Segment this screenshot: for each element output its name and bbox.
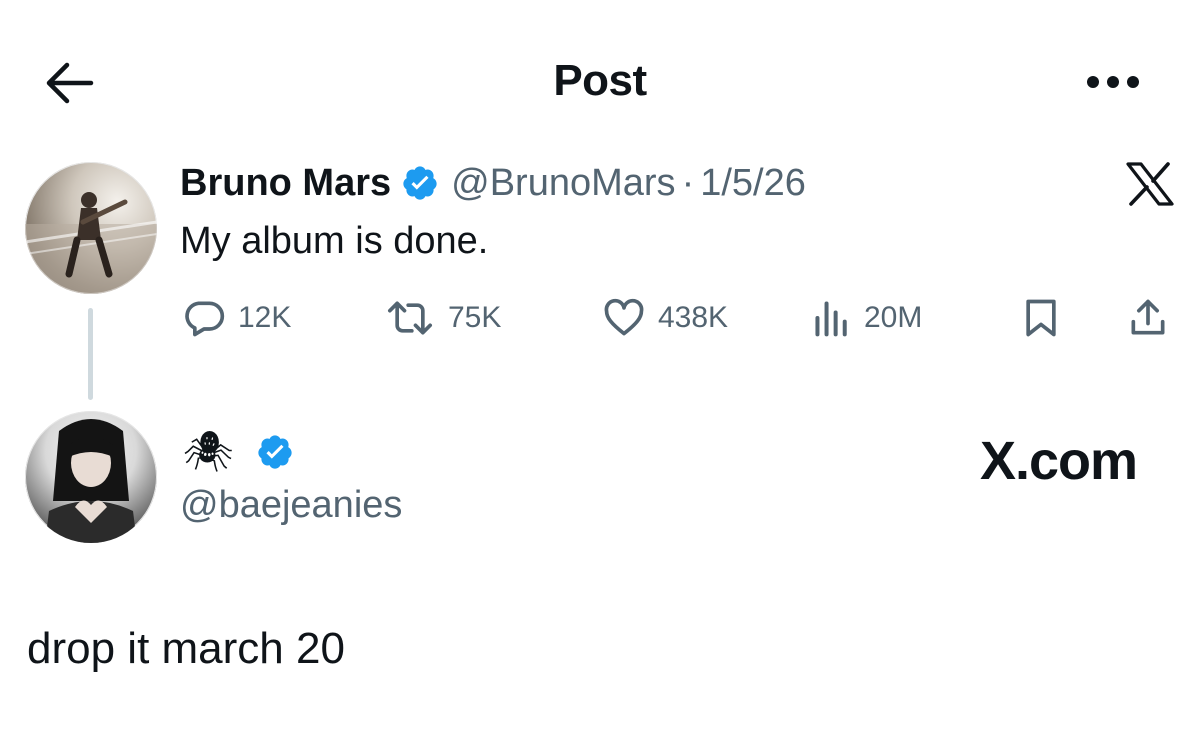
share-icon xyxy=(1131,299,1165,335)
repost-icon xyxy=(388,301,432,335)
reply-author-row: 🕷 xyxy=(183,422,306,482)
avatar-photo xyxy=(25,192,157,294)
avatar-bruno-mars[interactable] xyxy=(25,162,157,294)
share-button[interactable] xyxy=(1126,296,1182,340)
views-button[interactable]: 20M xyxy=(812,296,922,340)
x-com-watermark: X.com xyxy=(980,431,1138,491)
verified-badge-icon xyxy=(401,164,439,202)
like-button[interactable]: 438K xyxy=(602,296,728,340)
tweet-author-row: Bruno Mars @BrunoMars · 1/5/26 xyxy=(180,158,806,208)
post-date[interactable]: 1/5/26 xyxy=(700,162,806,205)
heart-icon xyxy=(604,298,644,336)
meta-separator: · xyxy=(681,161,695,204)
reply-text: drop it march 20 xyxy=(27,624,345,673)
verified-badge-icon xyxy=(256,433,294,471)
reply-author-handle[interactable]: @baejeanies xyxy=(180,484,402,527)
like-count: 438K xyxy=(658,301,729,334)
x-logo-icon xyxy=(1122,162,1178,206)
spider-display-name[interactable]: 🕷 xyxy=(183,432,234,472)
page-title: Post xyxy=(553,56,647,105)
repost-count: 75K xyxy=(448,301,502,334)
avatar-baejeanies[interactable] xyxy=(25,411,157,543)
avatar-photo xyxy=(45,419,137,543)
tweet-text: My album is done. xyxy=(180,220,489,262)
bookmark-icon xyxy=(1026,299,1056,337)
analytics-icon xyxy=(815,301,847,337)
more-horizontal-icon xyxy=(1087,76,1139,88)
repost-button[interactable]: 75K xyxy=(384,296,501,340)
more-options-button[interactable] xyxy=(1080,62,1146,102)
author-handle[interactable]: @BrunoMars xyxy=(451,162,675,205)
view-count: 20M xyxy=(864,301,923,334)
thread-connector-line xyxy=(88,308,93,400)
author-display-name[interactable]: Bruno Mars xyxy=(180,162,391,205)
reply-count: 12K xyxy=(238,301,292,334)
bookmark-button[interactable] xyxy=(1022,296,1072,340)
reply-button[interactable]: 12K xyxy=(182,296,291,340)
reply-icon xyxy=(185,301,225,337)
